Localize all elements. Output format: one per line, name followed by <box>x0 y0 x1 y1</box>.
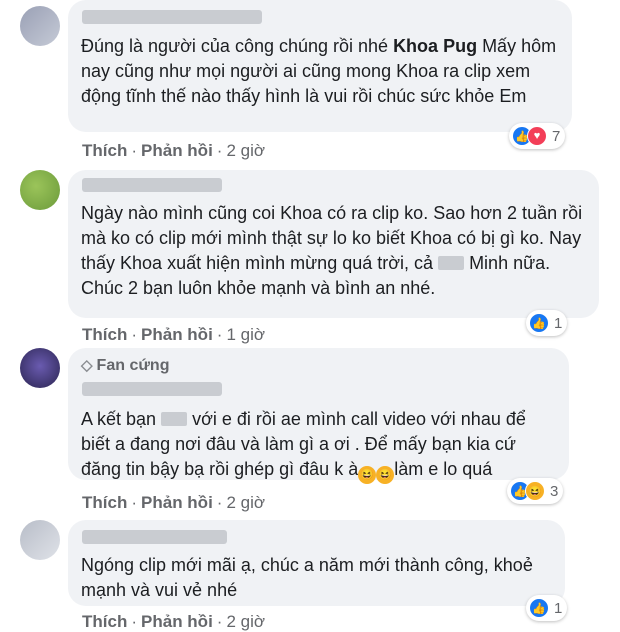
reaction-count: 1 <box>554 599 563 617</box>
laughing-emoji-icon: 😆 <box>358 466 377 484</box>
comment-text: Ngày nào mình cũng coi Khoa có ra clip k… <box>81 203 583 298</box>
comment-bubble: Ngày nào mình cũng coi Khoa có ra clip k… <box>68 170 599 318</box>
diamond-icon: ◇ <box>81 357 93 374</box>
author-name[interactable] <box>82 10 262 24</box>
fan-badge: ◇ Fan cứng <box>81 357 170 374</box>
like-button[interactable]: Thích <box>82 325 127 344</box>
reaction-summary[interactable]: 👍 😆 3 <box>507 478 564 504</box>
avatar[interactable] <box>20 6 60 46</box>
comment-bubble: Đúng là người của công chúng rồi nhé Kho… <box>68 0 572 132</box>
comment-text: Ngóng clip mới mãi ạ, chúc a năm mới thà… <box>81 555 533 600</box>
comment-actions: Thích · Phản hồi · 1 giờ <box>82 325 266 344</box>
love-icon: ♥ <box>527 126 547 146</box>
reply-button[interactable]: Phản hồi <box>141 325 213 344</box>
comment-actions: Thích · Phản hồi · 2 giờ <box>82 493 266 512</box>
like-icon: 👍 <box>529 313 549 333</box>
comment-text: A kết bạn với e đi rồi ae mình call vide… <box>81 407 555 484</box>
comment-bubble: ◇ Fan cứng A kết bạn với e đi rồi ae mình… <box>68 348 569 484</box>
timestamp[interactable]: 2 giờ <box>226 493 265 512</box>
timestamp[interactable]: 2 giờ <box>226 612 265 631</box>
reaction-summary[interactable]: 👍 1 <box>526 595 568 621</box>
reaction-summary[interactable]: 👍 ♥ 7 <box>509 123 566 149</box>
laughing-emoji-icon: 😆 <box>376 466 395 484</box>
like-icon: 👍 <box>529 598 549 618</box>
reaction-count: 7 <box>552 127 561 145</box>
timestamp[interactable]: 2 giờ <box>226 141 265 160</box>
haha-icon: 😆 <box>525 481 545 501</box>
reply-button[interactable]: Phản hồi <box>141 612 213 631</box>
avatar[interactable] <box>20 348 60 388</box>
reply-button[interactable]: Phản hồi <box>141 141 213 160</box>
author-name[interactable] <box>82 530 227 544</box>
like-button[interactable]: Thích <box>82 493 127 512</box>
like-button[interactable]: Thích <box>82 612 127 631</box>
like-button[interactable]: Thích <box>82 141 127 160</box>
reaction-count: 1 <box>554 314 563 332</box>
avatar[interactable] <box>20 170 60 210</box>
author-name[interactable] <box>82 178 222 192</box>
timestamp[interactable]: 1 giờ <box>226 325 265 344</box>
reaction-count: 3 <box>550 482 559 500</box>
comment-actions: Thích · Phản hồi · 2 giờ <box>82 612 266 631</box>
avatar[interactable] <box>20 520 60 560</box>
reply-button[interactable]: Phản hồi <box>141 493 213 512</box>
comment-actions: Thích · Phản hồi · 2 giờ <box>82 141 266 160</box>
comment-bubble: Ngóng clip mới mãi ạ, chúc a năm mới thà… <box>68 520 565 606</box>
mention-link[interactable]: Khoa Pug <box>393 36 477 56</box>
reaction-summary[interactable]: 👍 1 <box>526 310 568 336</box>
comment-text: Đúng là người của công chúng rồi nhé Kho… <box>81 36 557 106</box>
author-name[interactable] <box>82 382 222 396</box>
